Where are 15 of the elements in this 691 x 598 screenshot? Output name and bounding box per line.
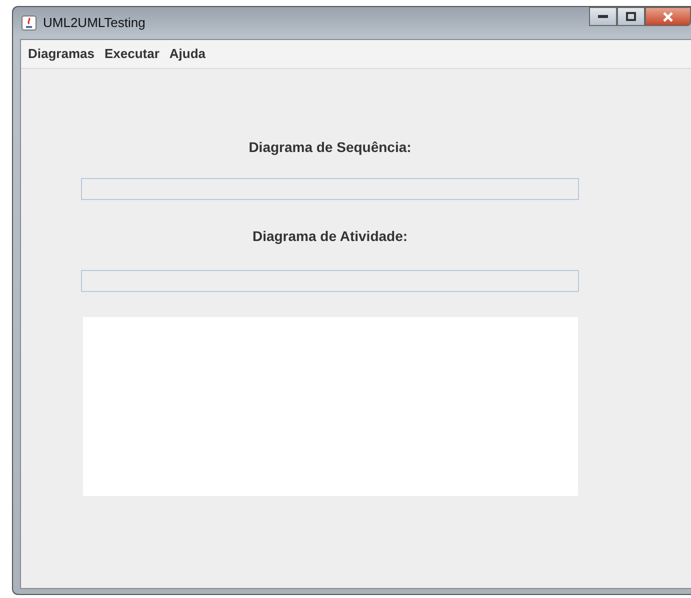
minimize-button[interactable] [589,7,617,26]
minimize-icon [598,14,608,18]
sequence-diagram-label: Diagrama de Sequência: [248,138,412,157]
window-title: UML2UMLTesting [43,14,146,32]
activity-diagram-field[interactable] [81,270,579,292]
maximize-icon [626,12,636,21]
activity-diagram-label: Diagrama de Atividade: [252,227,408,246]
menu-item[interactable]: Executar [99,44,164,64]
menu-item[interactable]: Ajuda [164,44,211,64]
menu-item[interactable]: Diagramas [23,44,100,64]
maximize-button[interactable] [617,7,645,26]
close-button[interactable] [645,7,691,26]
app-icon [21,15,37,31]
close-icon [663,12,673,22]
sequence-diagram-field[interactable] [81,178,579,200]
